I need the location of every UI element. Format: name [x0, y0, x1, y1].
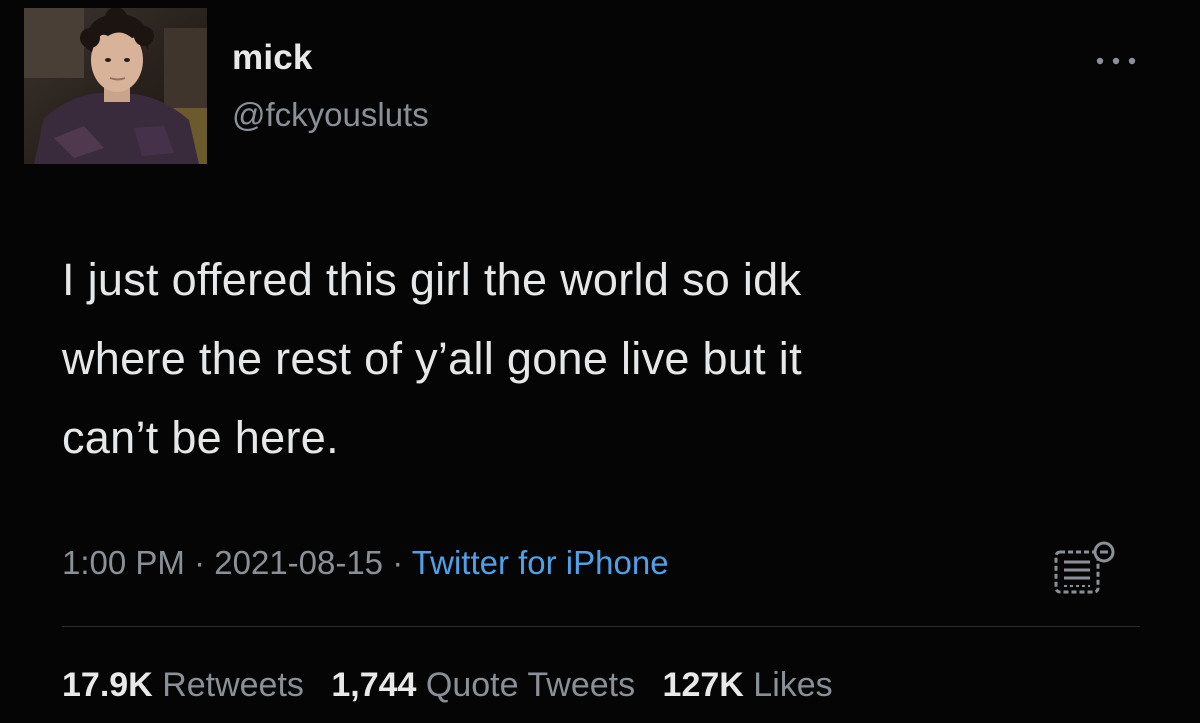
retweets-count: 17.9K [62, 666, 153, 704]
meta-separator: · [184, 544, 215, 581]
avatar[interactable] [24, 8, 207, 164]
tweet-text-line: where the rest of y’all gone live but it [62, 333, 802, 384]
likes-count: 127K [662, 666, 744, 704]
quote-tweets-count: 1,744 [331, 666, 417, 704]
tweet-source-link[interactable]: Twitter for iPhone [412, 544, 669, 581]
tweet-date[interactable]: 2021-08-15 [214, 544, 383, 581]
quote-tweets-stat[interactable]: 1,744 Quote Tweets [331, 666, 635, 704]
tweet-text-line: I just offered this girl the world so id… [62, 254, 802, 305]
likes-label: Likes [753, 666, 833, 704]
more-button[interactable] [1088, 46, 1144, 76]
retweets-stat[interactable]: 17.9K Retweets [62, 666, 304, 704]
analytics-button[interactable] [1050, 540, 1128, 600]
analytics-icon [1054, 541, 1115, 594]
tweet-meta: 1:00 PM · 2021-08-15 · Twitter for iPhon… [62, 544, 669, 582]
tweet-text: I just offered this girl the world so id… [62, 240, 1122, 477]
tweet-time[interactable]: 1:00 PM [62, 544, 185, 581]
quote-tweets-label: Quote Tweets [425, 666, 636, 704]
tweet-text-line: can’t be here. [62, 412, 339, 463]
user-handle[interactable]: @fckyousluts [232, 96, 429, 134]
tweet-card: mick @fckyousluts I just offered this gi… [0, 0, 1200, 723]
retweets-label: Retweets [162, 666, 304, 704]
likes-stat[interactable]: 127K Likes [663, 666, 833, 704]
avatar-photo [24, 8, 207, 164]
divider [62, 626, 1140, 627]
meta-separator: · [383, 544, 412, 581]
engagement-stats: 17.9K Retweets 1,744 Quote Tweets 127K L… [62, 666, 851, 705]
more-horizontal-icon [1096, 57, 1136, 65]
user-name[interactable]: mick [232, 38, 313, 78]
